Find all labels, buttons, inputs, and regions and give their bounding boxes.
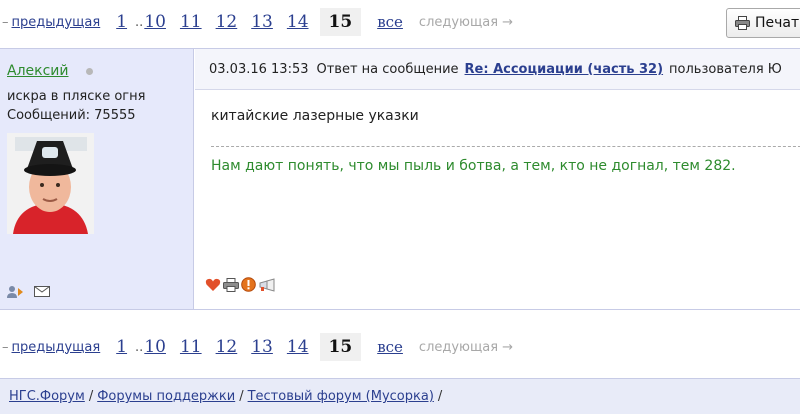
breadcrumb-forum-home[interactable]: НГС.Форум	[9, 389, 85, 404]
next-page-label: следующая →	[418, 14, 514, 30]
breadcrumb-separator: /	[239, 389, 244, 404]
page-gap: ..	[135, 14, 144, 30]
all-pages-link[interactable]: все	[377, 338, 403, 356]
prev-page-link[interactable]: – предыдущая	[2, 15, 100, 30]
announce-icon[interactable]	[258, 277, 278, 292]
page-link-14[interactable]: 14	[287, 12, 309, 32]
page-link-14[interactable]: 14	[287, 337, 309, 357]
breadcrumb-support-forums[interactable]: Форумы поддержки	[97, 389, 235, 404]
page-link-11[interactable]: 11	[180, 337, 202, 357]
reply-label: Ответ на сообщение	[316, 61, 459, 77]
breadcrumb: НГС.Форум / Форумы поддержки / Тестовый …	[0, 378, 800, 414]
reply-user-text: пользователя Ю	[669, 61, 782, 77]
page-link-12[interactable]: 12	[216, 12, 238, 32]
page-link-13[interactable]: 13	[251, 337, 273, 357]
breadcrumb-separator: /	[437, 389, 443, 404]
current-page: 15	[319, 8, 362, 36]
current-page: 15	[319, 333, 362, 361]
reply-to-link[interactable]: Re: Ассоциации (часть 32)	[465, 62, 664, 77]
print-post-icon[interactable]	[223, 277, 239, 292]
all-pages-link[interactable]: все	[377, 13, 403, 31]
pagination-bottom: – предыдущая 1 .. 10 11 12 13 14 15 все с…	[0, 329, 800, 365]
author-signature: Нам дают понять, что мы пыль и ботва, а …	[211, 158, 736, 174]
signature-divider	[211, 146, 800, 147]
page-link-11[interactable]: 11	[180, 12, 202, 32]
post-body: китайские лазерные указки Нам дают понят…	[195, 90, 800, 309]
private-message-icon[interactable]	[34, 285, 51, 299]
author-post-count: Сообщений: 75555	[7, 108, 136, 123]
print-button[interactable]: Печать	[726, 8, 800, 38]
prev-page-link[interactable]: – предыдущая	[2, 340, 100, 355]
post-header: 03.03.16 13:53 Ответ на сообщение Re: Ас…	[195, 49, 800, 90]
page-link-10[interactable]: 10	[144, 337, 166, 357]
page-link-1[interactable]: 1	[116, 12, 127, 32]
post-text: китайские лазерные указки	[211, 108, 419, 124]
print-label: Печать	[755, 15, 800, 31]
author-panel: Алексий искра в пляске огня Сообщений: 7…	[0, 49, 194, 309]
page-link-10[interactable]: 10	[144, 12, 166, 32]
printer-icon	[735, 16, 750, 30]
breadcrumb-separator: /	[88, 389, 94, 404]
post-date: 03.03.16 13:53	[209, 61, 309, 77]
page-gap: ..	[135, 339, 144, 355]
page-link-13[interactable]: 13	[251, 12, 273, 32]
offline-status-icon	[86, 68, 93, 75]
breadcrumb-test-forum[interactable]: Тестовый форум (Мусорка)	[248, 389, 434, 404]
page-link-1[interactable]: 1	[116, 337, 127, 357]
avatar[interactable]	[7, 133, 94, 234]
add-friend-icon[interactable]	[6, 285, 24, 299]
forum-post: Алексий искра в пляске огня Сообщений: 7…	[0, 48, 800, 310]
page-link-12[interactable]: 12	[216, 337, 238, 357]
pagination-top: – предыдущая 1 .. 10 11 12 13 14 15 все с…	[0, 4, 800, 40]
post-actions	[205, 277, 278, 292]
author-actions	[6, 285, 51, 299]
author-title: искра в пляске огня	[7, 89, 146, 104]
report-icon[interactable]	[241, 277, 256, 292]
next-page-label: следующая →	[418, 339, 514, 355]
author-name-link[interactable]: Алексий	[7, 63, 69, 79]
heart-icon[interactable]	[205, 278, 221, 292]
